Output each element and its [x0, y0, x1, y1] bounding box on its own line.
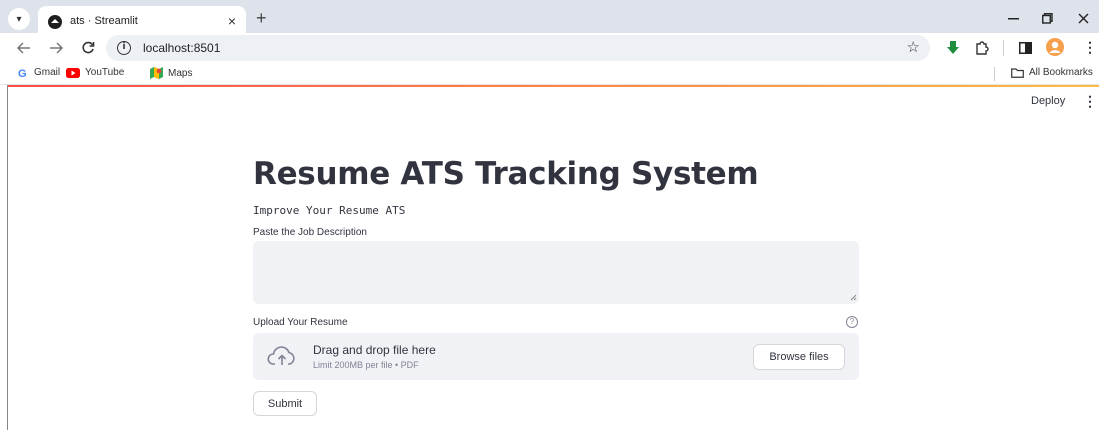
youtube-icon: [66, 67, 80, 78]
extensions-puzzle-icon[interactable]: [975, 41, 989, 55]
browser-toolbar: i localhost:8501 ☆ ⋮: [0, 33, 1099, 63]
svg-text:G: G: [18, 68, 27, 78]
profile-avatar-icon[interactable]: [1046, 38, 1064, 56]
tab-search-chevron-icon[interactable]: ▾: [8, 8, 30, 30]
bookmark-maps[interactable]: Maps: [150, 67, 192, 79]
window-left-border: [7, 85, 8, 430]
upload-resume-label: Upload Your Resume: [253, 317, 348, 328]
tab-title: ats · Streamlit: [70, 15, 138, 27]
dropzone-limit-text: Limit 200MB per file • PDF: [313, 360, 419, 370]
bookmarks-bar: G Gmail YouTube Maps All Bookmarks: [0, 63, 1099, 85]
download-icon[interactable]: [947, 41, 959, 55]
toolbar-divider: [1003, 40, 1004, 56]
close-window-icon[interactable]: [1078, 13, 1089, 24]
side-panel-icon[interactable]: [1019, 42, 1032, 54]
submit-button[interactable]: Submit: [253, 391, 317, 416]
page-subtitle: Improve Your Resume ATS: [253, 204, 406, 217]
forward-arrow-icon[interactable]: [49, 42, 63, 54]
streamlit-decoration-bar: [8, 85, 1099, 87]
browser-menu-icon[interactable]: ⋮: [1083, 39, 1097, 56]
all-bookmarks-label: All Bookmarks: [1029, 67, 1093, 78]
streamlit-favicon-icon: [48, 15, 62, 29]
bookmark-label: YouTube: [85, 67, 125, 78]
bookmark-star-icon[interactable]: ☆: [907, 38, 920, 56]
app-menu-icon[interactable]: ⋮: [1083, 93, 1097, 110]
tab-close-icon[interactable]: ×: [228, 13, 236, 29]
all-bookmarks-button[interactable]: All Bookmarks: [1011, 67, 1093, 78]
job-description-textarea[interactable]: [253, 241, 859, 304]
bookmarks-divider: [994, 67, 995, 81]
deploy-button[interactable]: Deploy: [1031, 95, 1065, 107]
file-dropzone[interactable]: Drag and drop file here Limit 200MB per …: [253, 333, 859, 380]
browse-files-button[interactable]: Browse files: [753, 344, 845, 370]
maps-icon: [150, 67, 163, 79]
page-title: Resume ATS Tracking System: [253, 156, 759, 192]
minimize-icon[interactable]: [1008, 18, 1019, 20]
url-text[interactable]: localhost:8501: [143, 41, 220, 55]
address-bar[interactable]: i localhost:8501 ☆: [106, 35, 930, 61]
site-info-icon[interactable]: i: [117, 41, 131, 55]
folder-icon: [1011, 67, 1024, 78]
back-arrow-icon[interactable]: [17, 42, 31, 54]
bookmark-label: Gmail: [34, 67, 61, 78]
bookmark-label: Maps: [168, 67, 193, 79]
dropzone-title: Drag and drop file here: [313, 343, 436, 357]
new-tab-button[interactable]: +: [256, 8, 267, 29]
reload-icon[interactable]: [81, 41, 95, 55]
restore-icon[interactable]: [1042, 13, 1053, 24]
help-icon[interactable]: ?: [846, 316, 858, 328]
job-description-label: Paste the Job Description: [253, 227, 367, 238]
cloud-upload-icon: [267, 346, 295, 365]
bookmark-youtube[interactable]: YouTube: [66, 67, 124, 78]
resize-handle-icon[interactable]: [849, 293, 857, 301]
bookmark-gmail[interactable]: G Gmail: [18, 67, 60, 78]
google-g-icon: G: [18, 68, 27, 78]
